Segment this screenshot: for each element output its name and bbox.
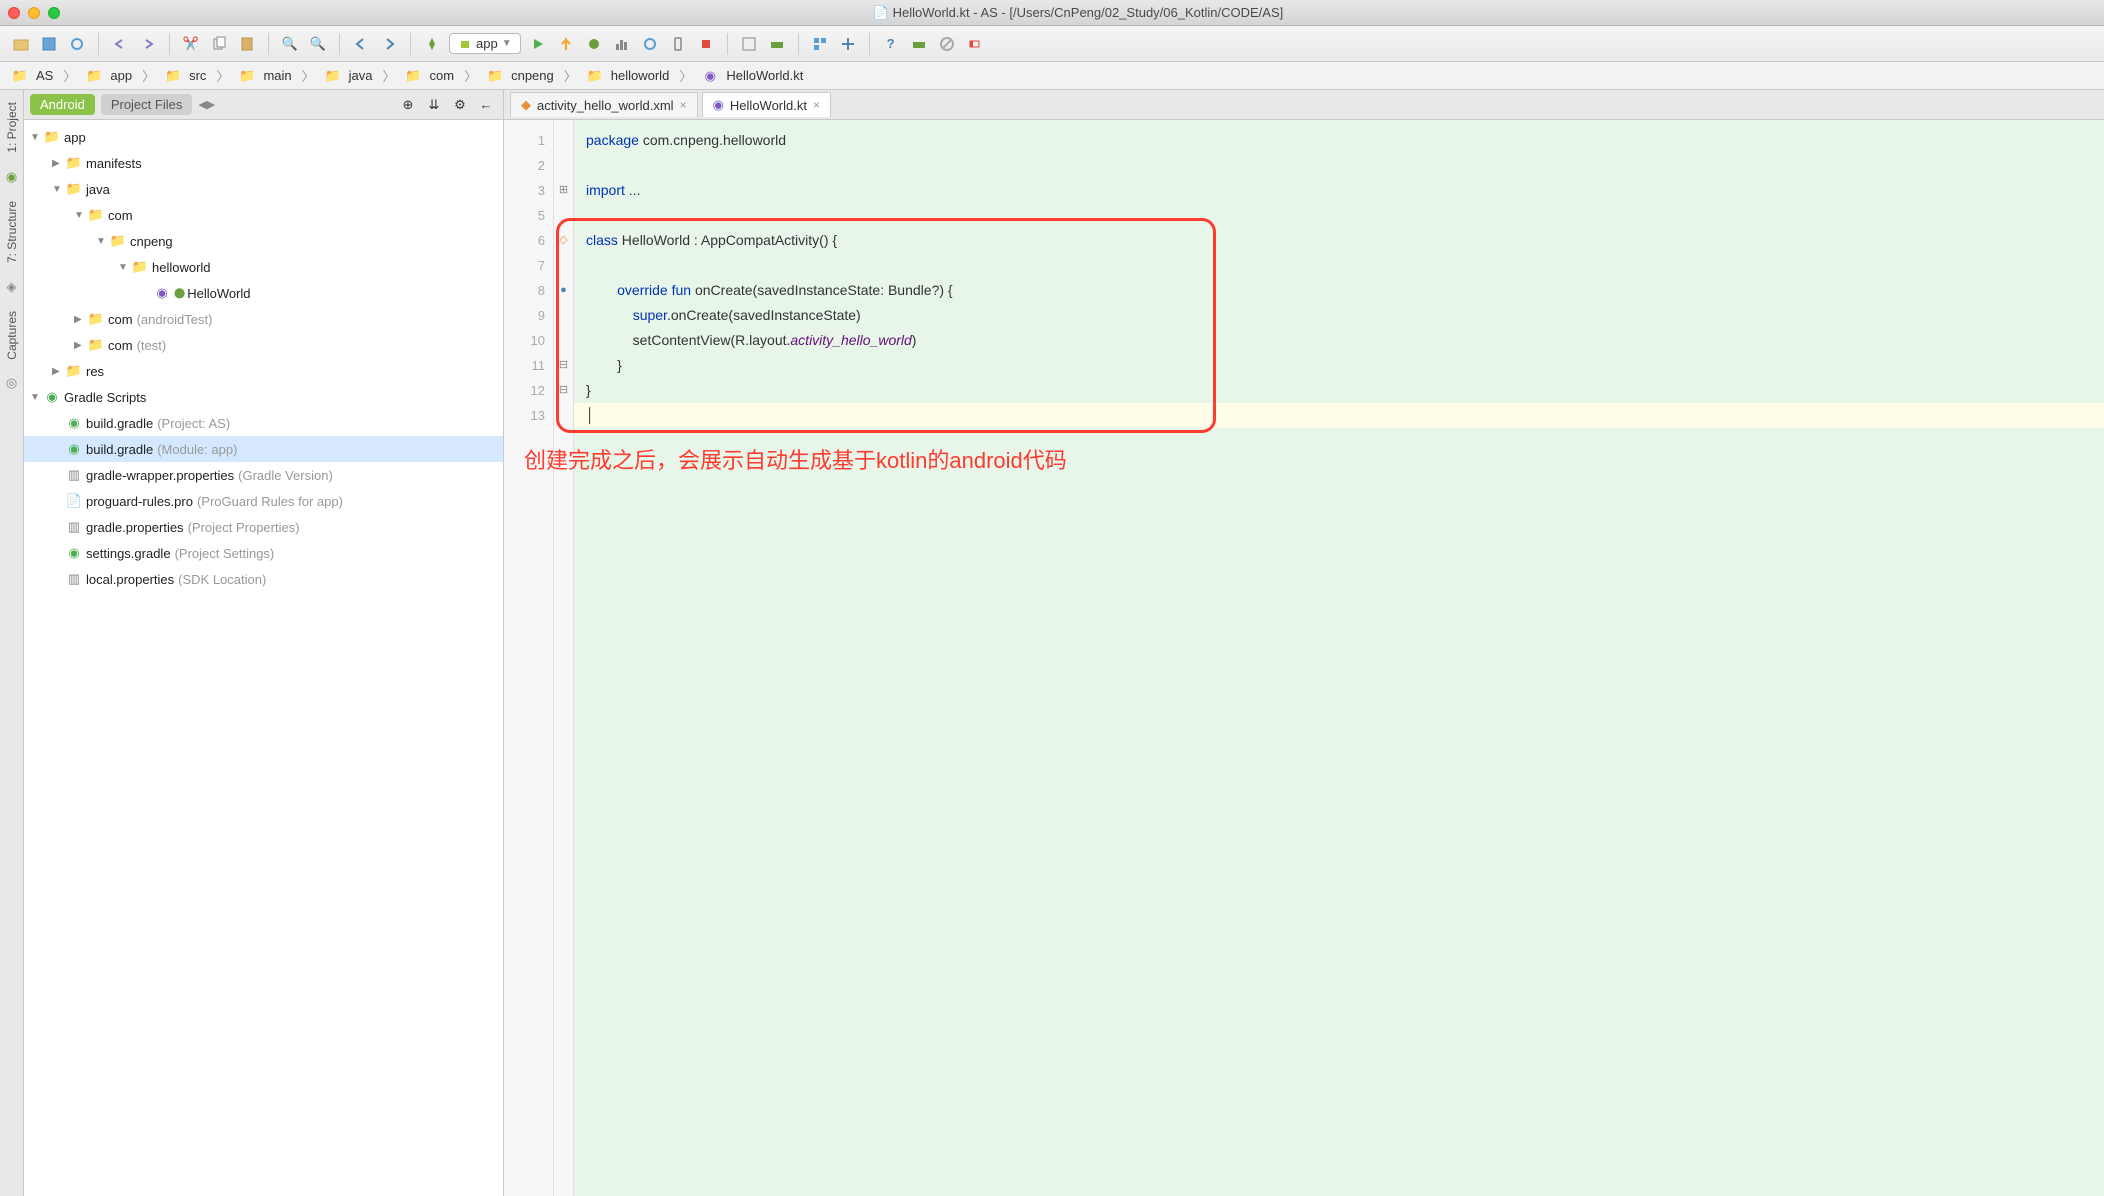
- cut-icon[interactable]: ✂️: [180, 33, 202, 55]
- kotlin-icon: ◉: [713, 97, 724, 113]
- collapse-all-icon[interactable]: ⇊: [423, 94, 445, 116]
- tree-manifests[interactable]: ▶📁manifests: [24, 150, 503, 176]
- close-tab-icon[interactable]: ×: [813, 98, 820, 112]
- maximize-window-icon[interactable]: [48, 7, 60, 19]
- editor-tab-label: HelloWorld.kt: [730, 98, 807, 113]
- project-panel-header: Android Project Files ◀▶ ⊕ ⇊ ⚙ ←: [24, 90, 503, 120]
- run-icon[interactable]: [527, 33, 549, 55]
- settings-gear-icon[interactable]: ⚙: [449, 94, 471, 116]
- stop-icon[interactable]: [695, 33, 717, 55]
- project-structure-icon[interactable]: [809, 33, 831, 55]
- tree-helloworld[interactable]: ▼📁helloworld: [24, 254, 503, 280]
- editor-tab-label: activity_hello_world.xml: [537, 98, 674, 113]
- tree-proguard[interactable]: 📄proguard-rules.pro(ProGuard Rules for a…: [24, 488, 503, 514]
- xml-icon: ◆: [521, 97, 531, 113]
- tree-res[interactable]: ▶📁res: [24, 358, 503, 384]
- crumb-main[interactable]: 📁main: [233, 66, 297, 86]
- tree-com-test[interactable]: ▶📁com(test): [24, 332, 503, 358]
- find-icon[interactable]: 🔍: [279, 33, 301, 55]
- code-editor[interactable]: 1 2 3 5 6 7 8 9 10 11 12 13 ⊞ ◇ ● ⊟⊟: [504, 120, 2104, 1196]
- window-title: 📄 HelloWorld.kt - AS - [/Users/CnPeng/02…: [60, 5, 2096, 21]
- open-icon[interactable]: [10, 33, 32, 55]
- annotation-text: 创建完成之后，会展示自动生成基于kotlin的android代码: [524, 448, 1067, 473]
- rail-captures[interactable]: Captures: [5, 307, 19, 364]
- back-icon[interactable]: [350, 33, 372, 55]
- android-icon: [458, 37, 472, 51]
- run-config-label: app: [476, 36, 498, 51]
- attach-debugger-icon[interactable]: [639, 33, 661, 55]
- code-content[interactable]: package com.cnpeng.helloworld import ...…: [574, 120, 2104, 1196]
- title-bar: 📄 HelloWorld.kt - AS - [/Users/CnPeng/02…: [0, 0, 2104, 26]
- profile-icon[interactable]: [611, 33, 633, 55]
- highlight-box: [556, 218, 1216, 433]
- build-icon[interactable]: [421, 33, 443, 55]
- forward-icon[interactable]: [378, 33, 400, 55]
- tree-build-gradle-module[interactable]: ◉build.gradle(Module: app): [24, 436, 503, 462]
- editor-area: ◆ activity_hello_world.xml × ◉ HelloWorl…: [504, 90, 2104, 1196]
- tab-project-files[interactable]: Project Files: [101, 94, 193, 115]
- tree-com[interactable]: ▼📁com: [24, 202, 503, 228]
- crumb-src[interactable]: 📁src: [159, 66, 212, 86]
- tree-gradle-props[interactable]: ▥gradle.properties(Project Properties): [24, 514, 503, 540]
- sdk-manager-icon[interactable]: [766, 33, 788, 55]
- sync-icon[interactable]: [66, 33, 88, 55]
- close-tab-icon[interactable]: ×: [680, 98, 687, 112]
- traffic-lights: [8, 7, 60, 19]
- avd-icon[interactable]: [667, 33, 689, 55]
- rail-project[interactable]: 1: Project: [5, 98, 19, 157]
- tree-java[interactable]: ▼📁java: [24, 176, 503, 202]
- help-icon[interactable]: ?: [880, 33, 902, 55]
- apply-changes-icon[interactable]: [555, 33, 577, 55]
- tree-gradle-wrapper[interactable]: ▥gradle-wrapper.properties(Gradle Versio…: [24, 462, 503, 488]
- copy-icon[interactable]: [208, 33, 230, 55]
- tree-build-gradle-project[interactable]: ◉build.gradle(Project: AS): [24, 410, 503, 436]
- scroll-from-source-icon[interactable]: ⊕: [397, 94, 419, 116]
- undo-icon[interactable]: [109, 33, 131, 55]
- hide-panel-icon[interactable]: ←: [475, 94, 497, 116]
- tab-nav-icons[interactable]: ◀▶: [198, 98, 215, 111]
- debug-icon[interactable]: [583, 33, 605, 55]
- layout-inspector-icon[interactable]: [738, 33, 760, 55]
- editor-tab-kt[interactable]: ◉ HelloWorld.kt ×: [702, 92, 831, 117]
- replace-icon[interactable]: 🔍: [307, 33, 329, 55]
- minimize-window-icon[interactable]: [28, 7, 40, 19]
- project-panel: Android Project Files ◀▶ ⊕ ⇊ ⚙ ← ▼📁app ▶…: [24, 90, 504, 1196]
- battery-icon[interactable]: [964, 33, 986, 55]
- project-tree: ▼📁app ▶📁manifests ▼📁java ▼📁com ▼📁cnpeng …: [24, 120, 503, 1196]
- tree-settings-gradle[interactable]: ◉settings.gradle(Project Settings): [24, 540, 503, 566]
- line-number-gutter: 1 2 3 5 6 7 8 9 10 11 12 13: [504, 120, 554, 1196]
- crumb-helloworld[interactable]: 📁helloworld: [581, 66, 676, 86]
- sync-gradle-icon[interactable]: [837, 33, 859, 55]
- memory-indicator-icon[interactable]: [908, 33, 930, 55]
- breadcrumb: 📁AS〉 📁app〉 📁src〉 📁main〉 📁java〉 📁com〉 📁cn…: [0, 62, 2104, 90]
- paste-icon[interactable]: [236, 33, 258, 55]
- tree-cnpeng[interactable]: ▼📁cnpeng: [24, 228, 503, 254]
- crumb-cnpeng[interactable]: 📁cnpeng: [481, 66, 560, 86]
- editor-tabs: ◆ activity_hello_world.xml × ◉ HelloWorl…: [504, 90, 2104, 120]
- crumb-as[interactable]: 📁AS: [6, 66, 59, 86]
- main-toolbar: ✂️ 🔍 🔍 app ▼ ?: [0, 26, 2104, 62]
- close-window-icon[interactable]: [8, 7, 20, 19]
- tree-local-props[interactable]: ▥local.properties(SDK Location): [24, 566, 503, 592]
- run-config-selector[interactable]: app ▼: [449, 33, 521, 54]
- tree-helloworld-class[interactable]: ◉⬤HelloWorld: [24, 280, 503, 306]
- redo-icon[interactable]: [137, 33, 159, 55]
- tab-android[interactable]: Android: [30, 94, 95, 115]
- editor-tab-xml[interactable]: ◆ activity_hello_world.xml ×: [510, 92, 698, 117]
- crumb-app[interactable]: 📁app: [80, 66, 138, 86]
- tree-gradle-scripts[interactable]: ▼◉Gradle Scripts: [24, 384, 503, 410]
- crumb-java[interactable]: 📁java: [319, 66, 379, 86]
- crumb-file[interactable]: ◉HelloWorld.kt: [696, 66, 809, 86]
- tree-com-androidtest[interactable]: ▶📁com(androidTest): [24, 306, 503, 332]
- crumb-com[interactable]: 📁com: [400, 66, 461, 86]
- save-icon[interactable]: [38, 33, 60, 55]
- rail-structure[interactable]: 7: Structure: [5, 197, 19, 267]
- tree-app[interactable]: ▼📁app: [24, 124, 503, 150]
- no-entry-icon[interactable]: [936, 33, 958, 55]
- left-tool-rail: 1: Project ◉ 7: Structure ◈ Captures ◎: [0, 90, 24, 1196]
